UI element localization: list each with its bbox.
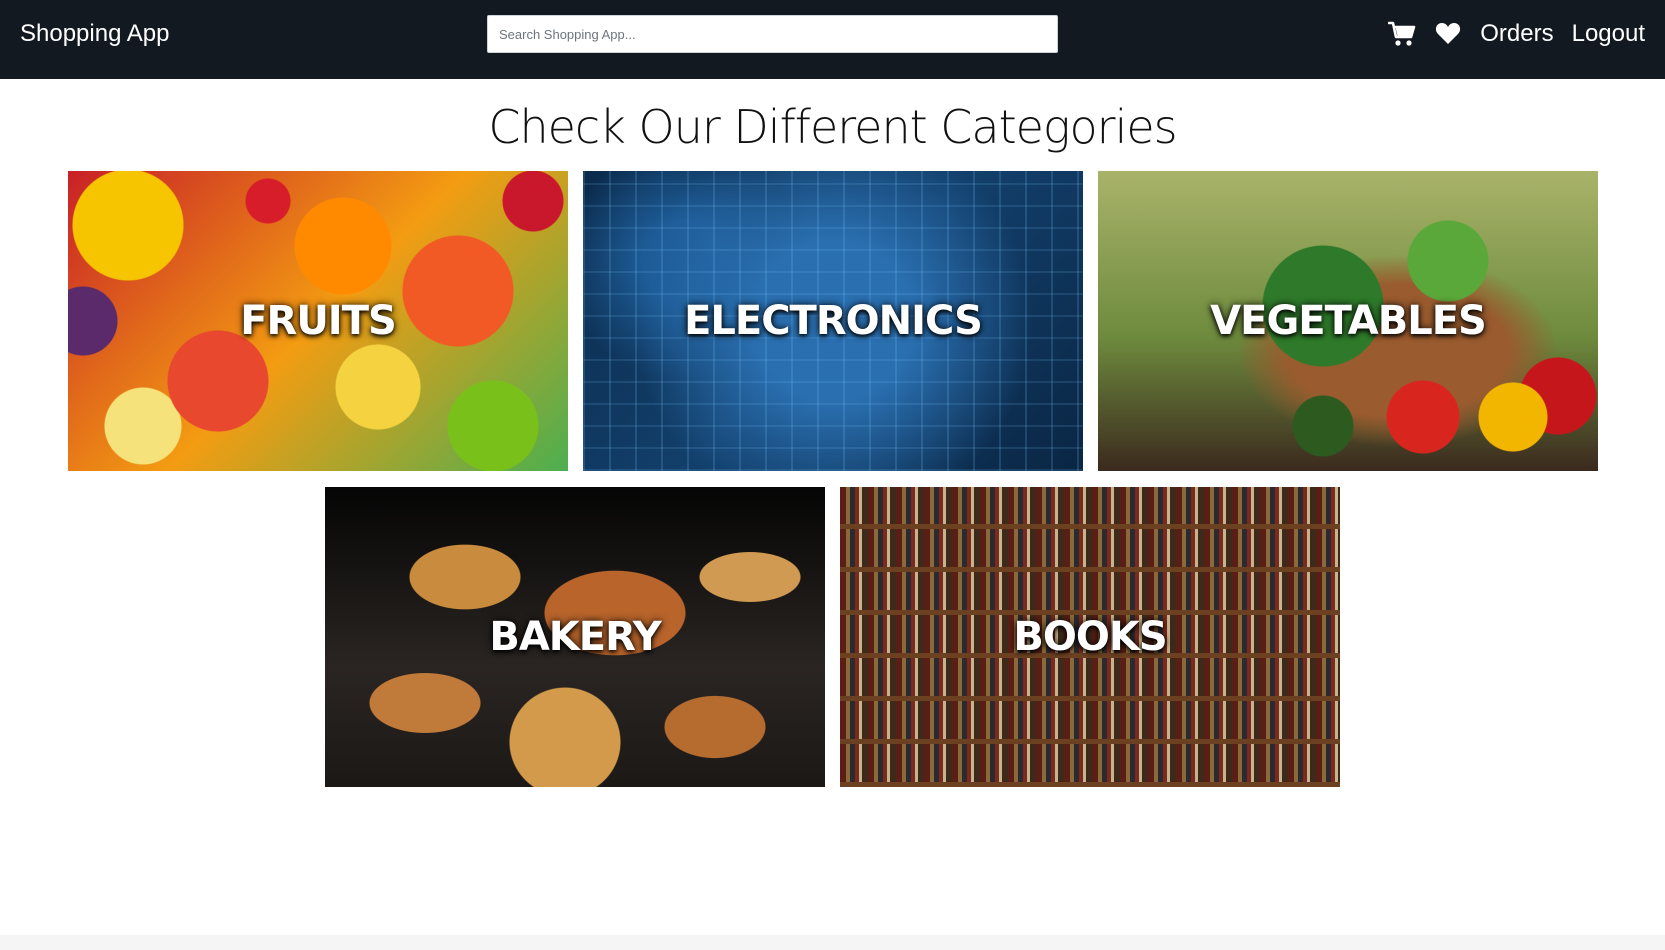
category-card-electronics[interactable]: ELECTRONICS [583,171,1083,471]
brand-link[interactable]: Shopping App [20,18,169,50]
search-input[interactable] [487,15,1058,53]
nav-actions: Orders Logout [1388,17,1645,51]
navbar: Shopping App Orders Logout [0,0,1665,79]
category-label: BAKERY [489,614,661,660]
heart-icon[interactable] [1434,20,1462,48]
category-card-books[interactable]: BOOKS [840,487,1340,787]
category-label: FRUITS [240,298,397,344]
category-card-vegetables[interactable]: VEGETABLES [1098,171,1598,471]
category-label: BOOKS [1013,614,1167,660]
page-title: Check Our Different Categories [488,100,1177,154]
orders-link[interactable]: Orders [1480,18,1553,50]
footer [0,935,1665,950]
category-card-bakery[interactable]: BAKERY [325,487,825,787]
cart-icon[interactable] [1388,20,1416,48]
category-label: ELECTRONICS [684,298,983,344]
category-label: VEGETABLES [1210,298,1487,344]
category-card-fruits[interactable]: FRUITS [68,171,568,471]
logout-link[interactable]: Logout [1572,18,1645,50]
